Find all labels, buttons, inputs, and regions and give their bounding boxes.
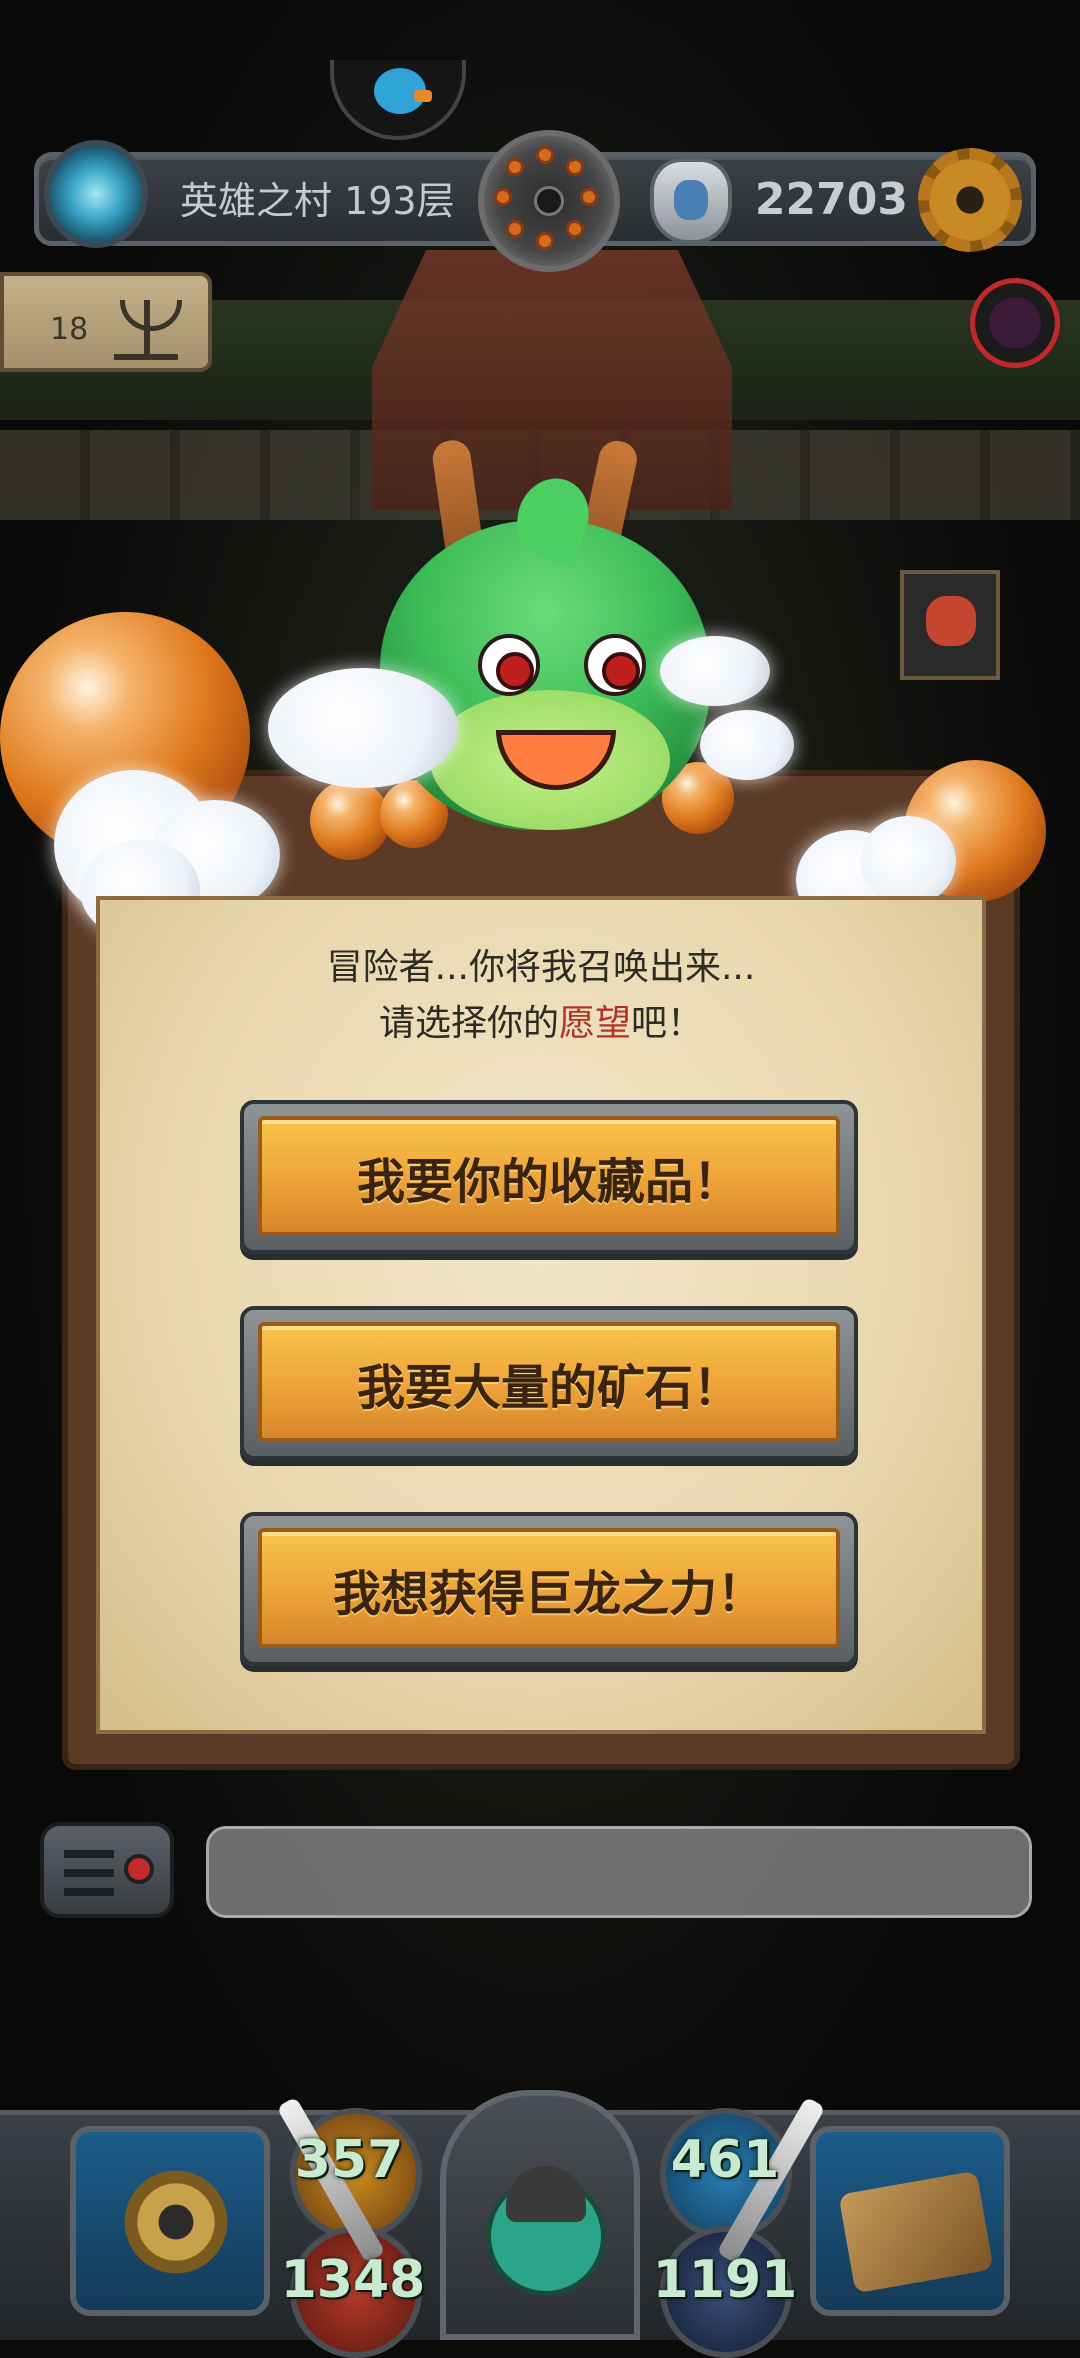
floor-label: 英雄之村 193层 xyxy=(180,179,455,223)
defense-value: 461 xyxy=(670,2130,780,2190)
attack-value: 357 xyxy=(294,2130,404,2190)
dragon-eye-left xyxy=(478,634,540,696)
dialog-line-2-suffix: 吧！ xyxy=(631,1003,704,1044)
altar-count: 18 xyxy=(50,312,89,347)
wish-button-collection[interactable]: 我要你的收藏品！ xyxy=(240,1100,858,1254)
dialog-line-2-prefix: 请选择你的 xyxy=(378,1003,559,1044)
monster-badge-icon[interactable] xyxy=(970,278,1060,368)
hero-portrait[interactable] xyxy=(440,2090,640,2340)
hp-value: 1348 xyxy=(280,2250,426,2310)
game-scene: 英雄之村 193层 22703 18 冒险者...你将我召唤出来... 请选择你… xyxy=(0,0,1080,2358)
wish-button-dragon-power[interactable]: 我想获得巨龙之力！ xyxy=(240,1512,858,1666)
dragon-eye-right xyxy=(584,634,646,696)
compass-icon[interactable] xyxy=(478,130,620,272)
hud-slot-map[interactable] xyxy=(810,2126,1010,2316)
top-ornament xyxy=(330,60,466,140)
hud-slot-compass[interactable] xyxy=(70,2126,270,2316)
wish-button-ore[interactable]: 我要大量的矿石！ xyxy=(240,1306,858,1460)
wish-button-label: 我想获得巨龙之力！ xyxy=(332,1566,765,1622)
currency-count: 22703 xyxy=(754,174,908,225)
mp-value: 1191 xyxy=(652,2250,798,2310)
dialog-line-1: 冒险者...你将我召唤出来... xyxy=(326,947,756,988)
shield-icon xyxy=(650,158,732,244)
dialog-line-2: 请选择你的愿望吧！ xyxy=(96,996,986,1052)
wish-button-label: 我要你的收藏品！ xyxy=(356,1154,741,1210)
dialog-highlight-word: 愿望 xyxy=(558,1003,631,1044)
cloud-dragon-right-2 xyxy=(700,710,794,780)
altar-button[interactable]: 18 xyxy=(0,272,212,372)
chat-menu-icon[interactable] xyxy=(40,1822,174,1918)
cloud-dragon-right xyxy=(660,636,770,706)
candelabra-icon xyxy=(114,290,182,360)
bird-icon xyxy=(374,68,432,114)
monster-banner xyxy=(900,570,1000,680)
orb-small-left xyxy=(310,780,390,860)
wish-button-label: 我要大量的矿石！ xyxy=(356,1360,741,1416)
cloud-right-2 xyxy=(860,816,956,906)
dialog-text: 冒险者...你将我召唤出来... 请选择你的愿望吧！ xyxy=(96,940,986,1052)
portal-icon[interactable] xyxy=(44,140,148,248)
map-icon xyxy=(838,2170,994,2294)
chat-message-box[interactable] xyxy=(206,1826,1032,1918)
gear-icon[interactable] xyxy=(918,148,1022,252)
compass-icon xyxy=(116,2162,236,2282)
dungeon-house xyxy=(372,250,732,510)
cloud-dragon-left xyxy=(268,668,458,788)
